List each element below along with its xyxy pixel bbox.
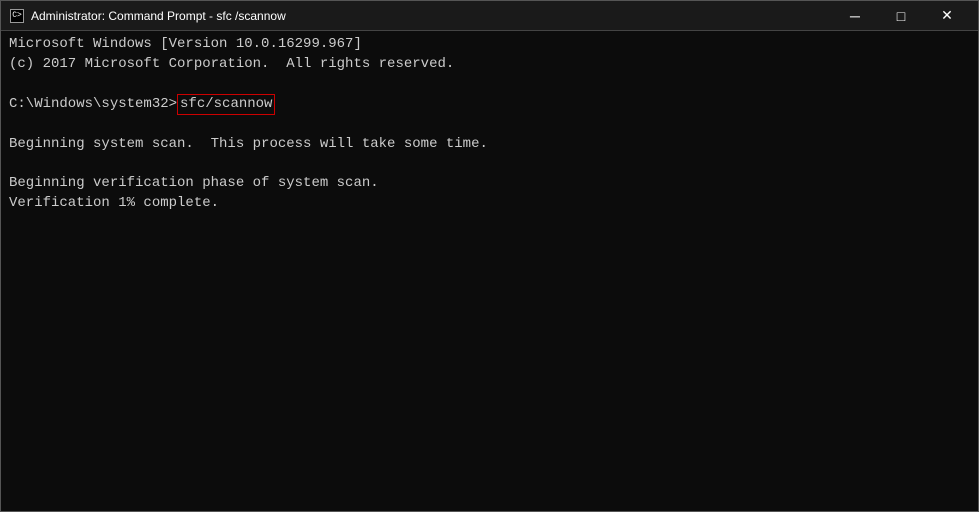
title-bar: C> Administrator: Command Prompt - sfc /… xyxy=(1,1,978,31)
console-line-5: Beginning system scan. This process will… xyxy=(9,135,970,155)
console-line-1: Microsoft Windows [Version 10.0.16299.96… xyxy=(9,35,970,55)
title-bar-buttons: ─ □ ✕ xyxy=(832,1,970,31)
console-empty-3 xyxy=(9,155,970,175)
console-command-line: C:\Windows\system32>sfc/scannow xyxy=(9,94,970,116)
minimize-button[interactable]: ─ xyxy=(832,1,878,31)
cmd-window: C> Administrator: Command Prompt - sfc /… xyxy=(0,0,979,512)
console-line-2: (c) 2017 Microsoft Corporation. All righ… xyxy=(9,55,970,75)
maximize-button[interactable]: □ xyxy=(878,1,924,31)
console-line-7: Beginning verification phase of system s… xyxy=(9,174,970,194)
console-empty-2 xyxy=(9,115,970,135)
console-body[interactable]: Microsoft Windows [Version 10.0.16299.96… xyxy=(1,31,978,511)
console-empty-1 xyxy=(9,74,970,94)
window-title: Administrator: Command Prompt - sfc /sca… xyxy=(31,9,286,23)
command-text: sfc/scannow xyxy=(177,94,275,116)
prompt-text: C:\Windows\system32> xyxy=(9,95,177,115)
close-button[interactable]: ✕ xyxy=(924,1,970,31)
title-bar-left: C> Administrator: Command Prompt - sfc /… xyxy=(9,8,286,24)
cmd-icon: C> xyxy=(10,9,24,23)
cmd-icon-wrapper: C> xyxy=(9,8,25,24)
console-line-8: Verification 1% complete. xyxy=(9,194,970,214)
